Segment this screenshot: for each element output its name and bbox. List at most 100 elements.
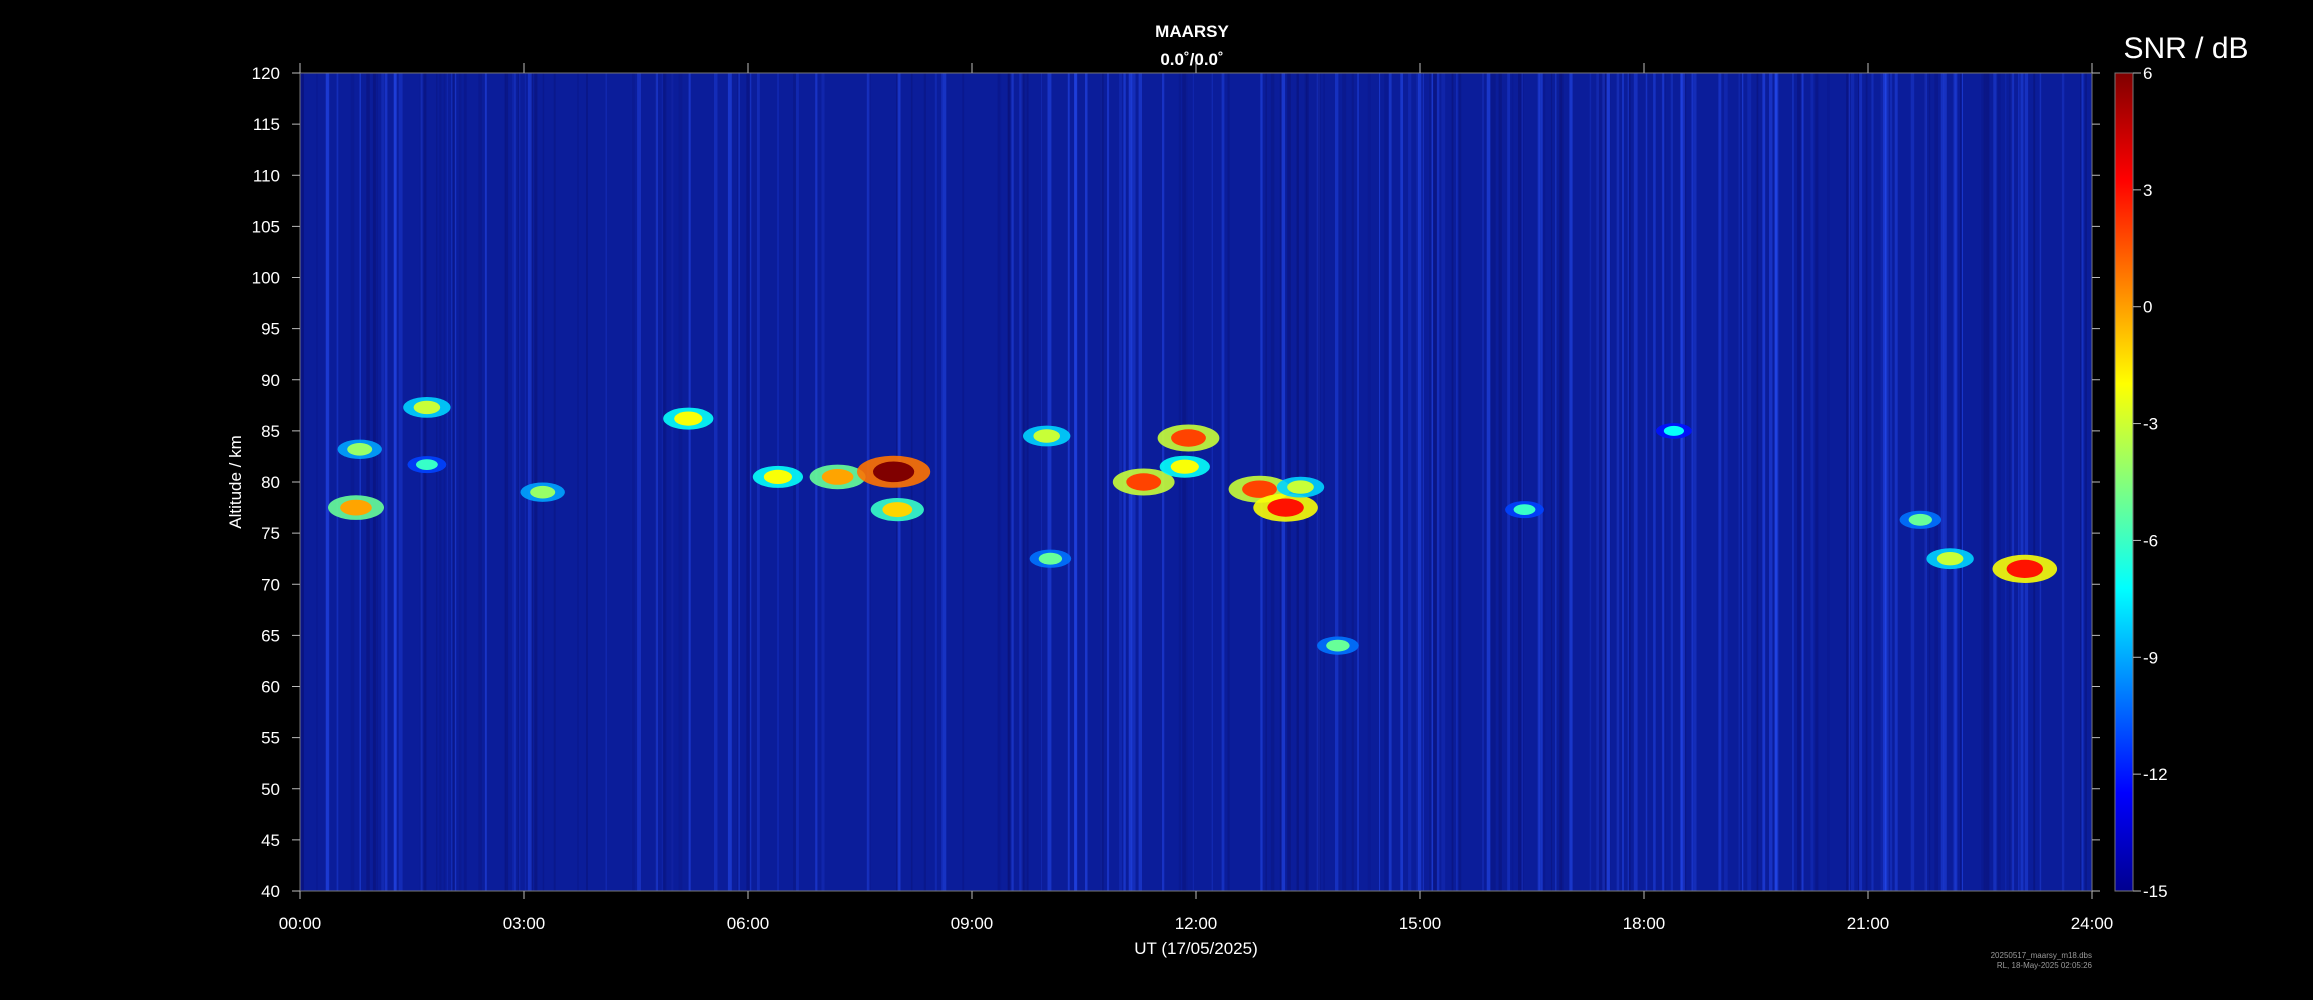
y-tick-label: 120 [252,64,280,83]
noise-stripe [1880,73,1884,891]
y-tick-label: 95 [261,320,280,339]
noise-stripe [1924,73,1927,891]
noise-stripe [1388,73,1392,891]
noise-stripe [1738,73,1740,891]
noise-stripe [1792,73,1794,891]
noise-stripe [436,73,438,891]
noise-stripe [1653,73,1656,891]
noise-stripe [2009,73,2011,891]
noise-stripe [393,73,396,891]
noise-stripe [1019,73,1023,891]
noise-stripe [1894,73,1898,891]
noise-stripe [1556,73,1558,891]
noise-stripe [1827,73,1830,891]
noise-stripe [1518,73,1521,891]
noise-stripe [1602,73,1605,891]
echo-core [1513,504,1536,515]
echo-core [1171,429,1206,447]
noise-stripe [1221,73,1225,891]
x-tick-label: 09:00 [951,914,994,933]
noise-stripe [1569,73,1573,891]
noise-stripe [1928,73,1931,891]
noise-stripe [1074,73,1077,891]
noise-stripe [376,73,378,891]
echo-core [1267,498,1304,517]
noise-stripe [605,73,607,891]
noise-stripe [1589,73,1592,891]
noise-stripe [1436,73,1440,891]
x-tick-label: 21:00 [1847,914,1890,933]
noise-stripe [999,73,1002,891]
noise-stripe [1211,73,1213,891]
noise-stripe [1182,73,1186,891]
noise-stripe [1846,73,1850,891]
noise-stripe [1865,73,1868,891]
x-tick-label: 24:00 [2071,914,2114,933]
noise-stripe [637,73,641,891]
colorbar-tick-label: -15 [2143,882,2168,901]
noise-stripe [934,73,937,891]
plot-area [299,72,2093,892]
echo-core [1033,429,1060,443]
noise-stripe [1691,73,1694,891]
noise-stripe [1178,73,1181,891]
noise-stripe [1416,73,1420,891]
noise-stripe [1742,73,1744,891]
noise-stripe [746,73,750,891]
noise-stripe [1616,73,1620,891]
noise-stripe [542,73,545,891]
noise-stripe [1040,73,1043,891]
noise-stripe [2011,73,2013,891]
noise-stripe [586,73,588,891]
noise-stripe [1693,73,1697,891]
y-tick-label: 75 [261,524,280,543]
noise-stripe [1747,73,1752,891]
noise-stripe [1422,73,1424,891]
noise-stripe [1850,73,1855,891]
noise-stripe [577,73,579,891]
noise-stripe [484,73,487,891]
noise-stripe [1871,73,1873,891]
y-tick-label: 55 [261,729,280,748]
colorbar-tick-label: 3 [2143,181,2152,200]
noise-stripe [2080,73,2082,891]
noise-stripe [1985,73,1990,891]
noise-stripe [1323,73,1325,891]
noise-stripe [359,73,361,891]
echo-core [1170,459,1199,474]
noise-stripe [1858,73,1860,891]
maarsy-chart: MAARSY 0.0˚/0.0˚ 00:00 03:00 06:00 09:00 12:… [226,22,2249,970]
noise-stripe [727,73,732,891]
chart-title: MAARSY [1155,22,1229,41]
echo-core [1126,473,1162,491]
echo-core [873,461,915,483]
noise-stripe [443,73,446,891]
noise-stripe [1227,73,1230,891]
noise-stripe [463,73,467,891]
noise-stripe [1490,73,1495,891]
noise-stripe [350,73,355,891]
noise-stripe [478,73,482,891]
echo-core [416,459,438,470]
y-tick-label: 60 [261,678,280,697]
noise-stripe [1482,73,1485,891]
noise-stripe [1606,73,1610,891]
noise-stripe [1646,73,1648,891]
noise-stripe [1680,73,1683,891]
noise-stripe [384,73,388,891]
echo-core [2006,559,2044,579]
echo-core [347,443,373,456]
x-axis-label: UT (17/05/2025) [1134,939,1257,958]
noise-stripe [2005,73,2007,891]
noise-stripe [1400,73,1403,891]
y-tick-label: 40 [261,882,280,901]
colorbar-tick-label: 0 [2143,298,2152,317]
echo-core [340,499,372,516]
colorbar-ticks: 6 3 0 -3 -6 -9 -12 -15 [2133,64,2168,901]
noise-stripe [454,73,457,891]
noise-stripe [2024,73,2029,891]
noise-stripe [381,73,385,891]
x-tick-label: 06:00 [727,914,770,933]
noise-stripe [1993,73,1997,891]
noise-stripe [1882,73,1887,891]
